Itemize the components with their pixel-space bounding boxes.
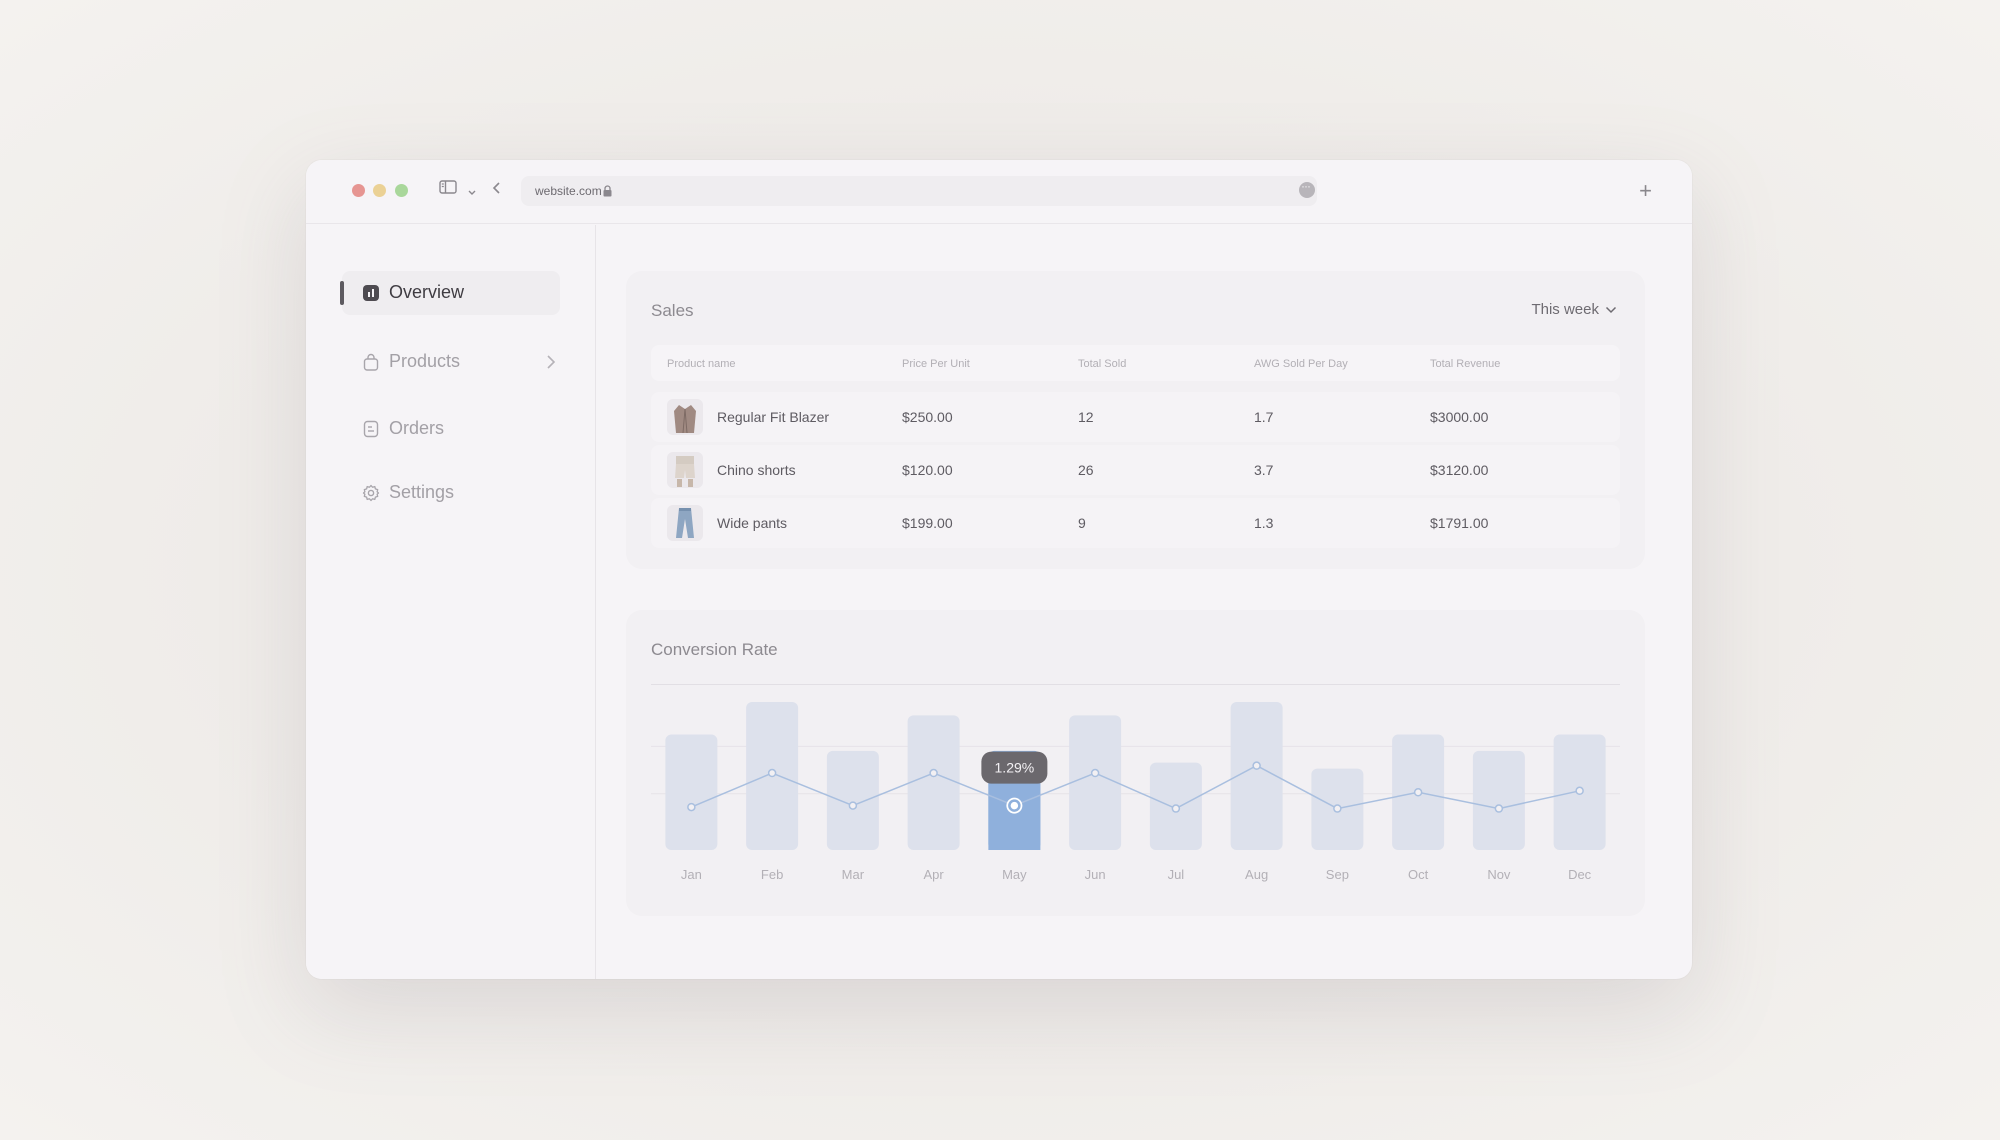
sidebar: Overview Products Orders Settings [306, 225, 596, 979]
data-point[interactable] [1575, 786, 1584, 796]
data-point[interactable] [1090, 768, 1100, 778]
chart-icon [362, 284, 380, 307]
month-label: Feb [761, 867, 783, 882]
month-label: Mar [842, 867, 865, 882]
column-header: Total Revenue [1430, 358, 1501, 370]
month-label: Jan [681, 867, 702, 882]
month-label: Apr [924, 867, 945, 882]
revenue-cell: $3120.00 [1430, 462, 1489, 478]
revenue-cell: $3000.00 [1430, 409, 1489, 425]
month-label: Oct [1408, 867, 1429, 882]
month-label: Dec [1568, 867, 1592, 882]
url-text: website.com [535, 184, 602, 198]
bar-jan[interactable] [665, 734, 718, 850]
price-cell: $250.00 [902, 409, 953, 425]
conversion-card: Conversion Rate Jan Feb Mar Apr May Jun Jul Aug… [626, 610, 1645, 916]
product-name: Chino shorts [717, 462, 796, 478]
gear-icon [362, 484, 380, 507]
new-tab-plus-icon[interactable]: + [1639, 180, 1652, 202]
month-label: Jul [1168, 867, 1185, 882]
revenue-cell: $1791.00 [1430, 515, 1489, 531]
sidebar-item-label: Settings [389, 482, 455, 502]
maximize-window-button[interactable] [395, 184, 408, 197]
sidebar-toggle-icon[interactable] [439, 180, 457, 199]
price-cell: $120.00 [902, 462, 953, 478]
price-cell: $199.00 [902, 515, 953, 531]
sales-card: Sales This week Product name Price Per U… [626, 271, 1645, 569]
document-icon [362, 420, 380, 443]
sidebar-item-overview[interactable]: Overview [340, 271, 560, 315]
column-header: AWG Sold Per Day [1254, 358, 1348, 370]
browser-titlebar: website.com + [306, 160, 1692, 224]
bar-mar[interactable] [826, 750, 879, 850]
data-point[interactable] [929, 768, 938, 778]
sold-cell: 12 [1078, 409, 1094, 425]
data-point[interactable] [1494, 804, 1504, 813]
sidebar-item-products[interactable]: Products [342, 340, 560, 384]
product-thumbnail [667, 505, 703, 541]
table-row[interactable]: Regular Fit Blazer $250.00 12 1.7 $3000.… [651, 392, 1620, 442]
product-name: Wide pants [717, 515, 788, 531]
bar-nov[interactable] [1472, 750, 1525, 850]
per-day-cell: 1.7 [1254, 409, 1274, 425]
table-header: Product name Price Per Unit Total Sold A… [651, 345, 1620, 381]
more-options-icon[interactable] [1299, 179, 1315, 198]
table-row[interactable]: Wide pants $199.00 9 1.3 $1791.00 [651, 498, 1620, 548]
month-label: Jun [1085, 867, 1106, 882]
per-day-cell: 3.7 [1254, 462, 1274, 478]
period-dropdown[interactable]: This week [1531, 301, 1617, 318]
data-point[interactable] [767, 768, 777, 778]
bar-jun[interactable] [1069, 715, 1122, 850]
close-window-button[interactable] [352, 184, 365, 197]
month-label: Nov [1487, 867, 1511, 882]
chevron-down-icon [1605, 307, 1617, 314]
bag-icon [362, 353, 380, 376]
data-point[interactable] [1171, 804, 1181, 813]
data-point[interactable] [1333, 804, 1342, 813]
column-header: Total Sold [1078, 358, 1127, 370]
data-point[interactable] [687, 802, 696, 812]
sidebar-item-orders[interactable]: Orders [342, 407, 560, 451]
data-point[interactable] [1413, 788, 1423, 797]
data-point[interactable] [848, 801, 858, 810]
product-thumbnail [667, 452, 703, 488]
minimize-window-button[interactable] [373, 184, 386, 197]
month-label: Aug [1245, 867, 1268, 882]
column-header: Price Per Unit [902, 358, 970, 370]
month-label: May [1002, 867, 1027, 882]
sales-title: Sales [651, 301, 694, 320]
browser-window: website.com + Overview Products [306, 160, 1692, 979]
product-name: Regular Fit Blazer [717, 409, 830, 425]
product-thumbnail [667, 399, 703, 435]
month-label: Sep [1326, 867, 1349, 882]
bar-apr[interactable] [907, 715, 960, 850]
tooltip-value: 1.29% [995, 760, 1035, 776]
back-arrow-icon[interactable] [492, 181, 502, 200]
chevron-down-icon[interactable] [467, 184, 477, 202]
sidebar-item-settings[interactable]: Settings [342, 471, 560, 515]
lock-icon [603, 184, 612, 202]
active-indicator [340, 281, 344, 305]
conversion-line [691, 764, 1580, 810]
conversion-chart: Jan Feb Mar Apr May Jun Jul Aug Sep Oct Nov Dec 1.29… [651, 702, 1620, 882]
per-day-cell: 1.3 [1254, 515, 1274, 531]
sidebar-item-label: Products [389, 351, 461, 371]
sold-cell: 9 [1078, 515, 1086, 531]
address-bar[interactable]: website.com [521, 176, 1317, 206]
chevron-right-icon [546, 354, 556, 375]
sold-cell: 26 [1078, 462, 1094, 478]
sidebar-item-label: Orders [389, 418, 445, 438]
period-dropdown-label: This week [1531, 301, 1599, 318]
table-row[interactable]: Chino shorts $120.00 26 3.7 $3120.00 [651, 445, 1620, 495]
data-point[interactable] [1252, 761, 1261, 770]
sidebar-item-label: Overview [389, 282, 465, 302]
column-header: Product name [667, 358, 736, 370]
